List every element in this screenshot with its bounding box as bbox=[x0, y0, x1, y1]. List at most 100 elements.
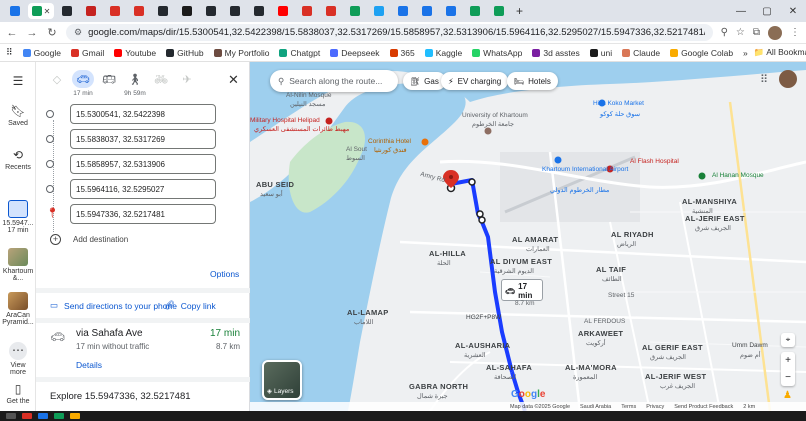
browser-tab[interactable] bbox=[416, 3, 438, 19]
close-tab-icon[interactable]: ✕ bbox=[44, 7, 51, 16]
pegman-icon[interactable]: ♟ bbox=[783, 390, 792, 401]
plus-code-label[interactable]: HG2F+P8W bbox=[466, 314, 501, 321]
waypoint-input[interactable]: 15.5947336, 32.5217481 bbox=[70, 204, 216, 224]
recents-button[interactable]: ⟲ Recents bbox=[0, 148, 36, 171]
close-window-icon[interactable]: ✕ bbox=[780, 6, 806, 17]
bookmark-item[interactable]: Youtube bbox=[114, 48, 156, 58]
browser-tab[interactable] bbox=[152, 3, 174, 19]
browser-tab[interactable] bbox=[488, 3, 510, 19]
travel-mode-transit[interactable]: 🚌︎ bbox=[98, 70, 120, 97]
reload-icon[interactable]: ↻ bbox=[46, 26, 58, 39]
menu-icon[interactable]: ⋮ bbox=[790, 27, 800, 38]
browser-tab[interactable] bbox=[272, 3, 294, 19]
poi-label[interactable]: Al Flash Hospital bbox=[630, 158, 679, 165]
browser-tab[interactable] bbox=[224, 3, 246, 19]
bookmark-item[interactable]: Deepseek bbox=[330, 48, 380, 58]
extensions-icon[interactable]: ⧉ bbox=[753, 27, 760, 38]
zoom-out-button[interactable]: − bbox=[781, 369, 795, 386]
poi-label[interactable]: Military Hospital Helipad bbox=[250, 117, 320, 124]
travel-mode-best-route[interactable]: ◇ bbox=[46, 70, 68, 97]
waypoint-input[interactable]: 15.5858957, 32.5313906 bbox=[70, 154, 216, 174]
minimize-icon[interactable]: — bbox=[728, 6, 754, 17]
recent-directions-item[interactable]: 15.5947... 17 min bbox=[0, 200, 36, 234]
bookmark-item[interactable]: Kaggle bbox=[424, 48, 462, 58]
account-avatar[interactable] bbox=[779, 70, 797, 88]
travel-mode-car[interactable]: 🚗︎ 17 min bbox=[72, 70, 94, 97]
attribution-item[interactable]: 2 km bbox=[743, 404, 755, 410]
zoom-icon[interactable]: ⚲ bbox=[721, 27, 728, 38]
new-tab-icon[interactable]: + bbox=[516, 4, 523, 18]
bookmark-star-icon[interactable]: ☆ bbox=[736, 27, 745, 38]
view-more-button[interactable]: ⋯ View more bbox=[0, 342, 36, 376]
browser-tab[interactable] bbox=[200, 3, 222, 19]
bookmark-item[interactable]: 3d asstes bbox=[532, 48, 580, 58]
waypoint-input[interactable]: 15.5838037, 32.5317269 bbox=[70, 129, 216, 149]
attribution-item[interactable]: Privacy bbox=[646, 404, 664, 410]
zoom-in-button[interactable]: + bbox=[781, 352, 795, 369]
poi-label[interactable]: University of Khartoum bbox=[462, 112, 528, 119]
bookmark-item[interactable]: Claude bbox=[622, 48, 660, 58]
poi-label[interactable]: Khartoum International Airport bbox=[542, 166, 628, 173]
browser-tab[interactable] bbox=[104, 3, 126, 19]
recent-aracan-item[interactable]: AraCan Pyramid... bbox=[0, 292, 36, 326]
options-button[interactable]: Options bbox=[210, 269, 239, 279]
browser-tab[interactable] bbox=[320, 3, 342, 19]
back-icon[interactable]: ← bbox=[6, 27, 18, 39]
browser-tab[interactable] bbox=[248, 3, 270, 19]
browser-tab[interactable] bbox=[4, 3, 26, 19]
copy-link-button[interactable]: 🔗︎ Copy link bbox=[164, 300, 216, 311]
browser-tab[interactable] bbox=[368, 3, 390, 19]
poi-label[interactable]: Al Hanan Mosque bbox=[712, 172, 764, 179]
saved-button[interactable]: 🔖︎ Saved bbox=[0, 104, 36, 127]
poi-label[interactable]: Hilla Koko Market bbox=[593, 100, 644, 107]
route-duration-badge[interactable]: 🚗︎ 17 min 8.7 km bbox=[501, 279, 543, 307]
gas-chip[interactable]: ⛽︎ Gas bbox=[403, 72, 446, 90]
browser-tab[interactable] bbox=[128, 3, 150, 19]
send-to-phone-button[interactable]: ▭ Send directions to your phone bbox=[50, 300, 177, 311]
travel-mode-walk[interactable]: 🚶︎ 9h 59m bbox=[124, 70, 146, 98]
bookmark-item[interactable]: My Portfolio bbox=[213, 48, 269, 58]
browser-tab[interactable] bbox=[296, 3, 318, 19]
layers-button[interactable]: ◈ Layers bbox=[262, 360, 302, 400]
all-bookmarks-folder[interactable]: 📁 All Bookmarks bbox=[754, 47, 806, 58]
travel-mode-flight[interactable]: ✈︎ bbox=[176, 70, 198, 97]
poi-label[interactable]: Al-Nilin Mosque bbox=[286, 92, 332, 99]
close-directions-icon[interactable]: ✕ bbox=[228, 72, 239, 88]
more-bookmarks-icon[interactable]: » bbox=[743, 48, 748, 58]
search-along-route-input[interactable]: ⚲ Search along the route... bbox=[270, 70, 398, 92]
map-canvas[interactable]: Al-Nilin Mosque مسجد النيلين Military Ho… bbox=[250, 62, 806, 411]
apps-grid-icon[interactable]: ⠿ bbox=[6, 47, 13, 58]
forward-icon[interactable]: → bbox=[26, 27, 38, 39]
profile-avatar[interactable] bbox=[768, 25, 782, 40]
browser-tab[interactable] bbox=[440, 3, 462, 19]
bookmark-item[interactable]: GitHub bbox=[166, 48, 204, 58]
maximize-icon[interactable]: ▢ bbox=[754, 6, 780, 17]
bookmark-item[interactable]: WhatsApp bbox=[472, 48, 522, 58]
hotels-chip[interactable]: 🛏︎ Hotels bbox=[507, 72, 558, 90]
browser-tab[interactable]: ✕ bbox=[28, 3, 54, 19]
get-app-button[interactable]: ▯ Get the bbox=[0, 382, 36, 405]
attribution-item[interactable]: Send Product Feedback bbox=[674, 404, 733, 410]
my-location-button[interactable]: ⌖ bbox=[781, 333, 795, 347]
browser-tab[interactable] bbox=[56, 3, 78, 19]
bookmark-item[interactable]: uni bbox=[589, 48, 612, 58]
browser-tab[interactable] bbox=[392, 3, 414, 19]
site-info-icon[interactable]: ⚙ bbox=[74, 27, 82, 38]
bookmark-item[interactable]: Chatgpt bbox=[279, 48, 320, 58]
browser-tab[interactable] bbox=[80, 3, 102, 19]
ev-charging-chip[interactable]: ⚡︎ EV charging bbox=[441, 72, 509, 90]
browser-tab[interactable] bbox=[464, 3, 486, 19]
bookmark-item[interactable]: Gmail bbox=[71, 48, 104, 58]
browser-tab[interactable] bbox=[344, 3, 366, 19]
bookmark-item[interactable]: Google Colab bbox=[670, 48, 733, 58]
poi-label[interactable]: Corinthia Hotel bbox=[368, 138, 411, 145]
main-menu-button[interactable]: ☰ bbox=[0, 74, 36, 90]
details-link[interactable]: Details bbox=[76, 360, 102, 370]
google-apps-icon[interactable]: ⠿ bbox=[760, 73, 768, 86]
bookmark-item[interactable]: 365 bbox=[389, 48, 415, 58]
waypoint-input[interactable]: 15.5300541, 32.5422398 bbox=[70, 104, 216, 124]
waypoint-input[interactable]: 15.5964116, 32.5295027 bbox=[70, 179, 216, 199]
add-destination-button[interactable]: + Add destination bbox=[50, 234, 128, 245]
travel-mode-bike[interactable]: 🚲︎ bbox=[150, 70, 172, 97]
browser-tab[interactable] bbox=[176, 3, 198, 19]
